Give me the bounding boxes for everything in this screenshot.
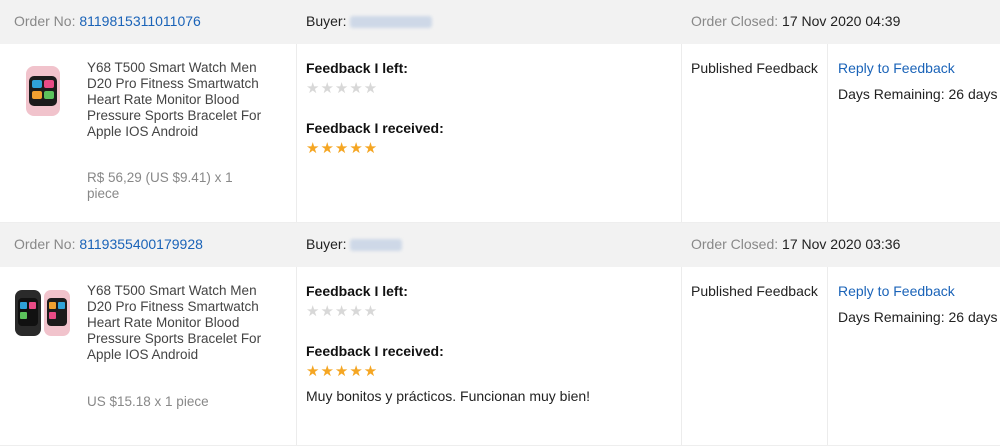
order-no-label: Order No: (14, 236, 76, 252)
order-no-link[interactable]: 8119815311011076 (79, 13, 200, 29)
product-thumbnail[interactable] (14, 287, 72, 341)
reply-to-feedback-link[interactable]: Reply to Feedback (838, 283, 955, 299)
product-title[interactable]: Y68 T500 Smart Watch Men D20 Pro Fitness… (87, 60, 267, 140)
order-closed-date: 17 Nov 2020 04:39 (782, 13, 901, 29)
feedback-received-stars: ★★★★★ (306, 140, 379, 157)
order-header: Order No: 8119815311011076 Buyer: Order … (0, 0, 1000, 44)
reply-to-feedback-link[interactable]: Reply to Feedback (838, 60, 955, 76)
feedback-left-label: Feedback I left: (306, 283, 408, 299)
product-price: R$ 56,29 (US $9.41) x 1 piece (87, 170, 233, 201)
days-remaining: Days Remaining: 26 days (838, 309, 998, 325)
buyer-name-redacted (350, 16, 433, 29)
order-number: Order No: 8119815311011076 (14, 13, 201, 29)
product-price: US $15.18 x 1 piece (87, 394, 209, 409)
order-no-link[interactable]: 8119355400179928 (79, 236, 203, 252)
feedback-received-stars: ★★★★★ (306, 363, 379, 380)
buyer-label: Buyer: (306, 236, 347, 252)
order-closed-date: 17 Nov 2020 03:36 (782, 236, 901, 252)
feedback-received-label: Feedback I received: (306, 343, 444, 359)
feedback-comment: Muy bonitos y prácticos. Funcionan muy b… (306, 388, 591, 404)
buyer: Buyer: (306, 13, 433, 29)
order-closed: Order Closed: 17 Nov 2020 04:39 (691, 13, 900, 29)
feedback-left-label: Feedback I left: (306, 60, 408, 76)
product-title[interactable]: Y68 T500 Smart Watch Men D20 Pro Fitness… (87, 283, 267, 363)
feedback-left-stars: ★★★★★ (306, 80, 379, 97)
order-closed-label: Order Closed: (691, 13, 779, 29)
days-remaining: Days Remaining: 26 days (838, 86, 998, 102)
feedback-status: Published Feedback (691, 60, 818, 76)
order-number: Order No: 8119355400179928 (14, 236, 203, 252)
order-card: Order No: 8119815311011076 Buyer: Order … (0, 0, 1000, 223)
buyer-label: Buyer: (306, 13, 347, 29)
feedback-left-stars: ★★★★★ (306, 303, 379, 320)
feedback-received-label: Feedback I received: (306, 120, 444, 136)
buyer: Buyer: (306, 236, 403, 252)
product-thumbnail[interactable] (14, 64, 72, 118)
order-body: Y68 T500 Smart Watch Men D20 Pro Fitness… (0, 267, 1000, 446)
order-closed-label: Order Closed: (691, 236, 779, 252)
order-card: Order No: 8119355400179928 Buyer: Order … (0, 223, 1000, 446)
feedback-status: Published Feedback (691, 283, 818, 299)
order-closed: Order Closed: 17 Nov 2020 03:36 (691, 236, 900, 252)
order-body: Y68 T500 Smart Watch Men D20 Pro Fitness… (0, 44, 1000, 223)
order-header: Order No: 8119355400179928 Buyer: Order … (0, 223, 1000, 267)
order-no-label: Order No: (14, 13, 76, 29)
buyer-name-redacted (350, 239, 403, 252)
